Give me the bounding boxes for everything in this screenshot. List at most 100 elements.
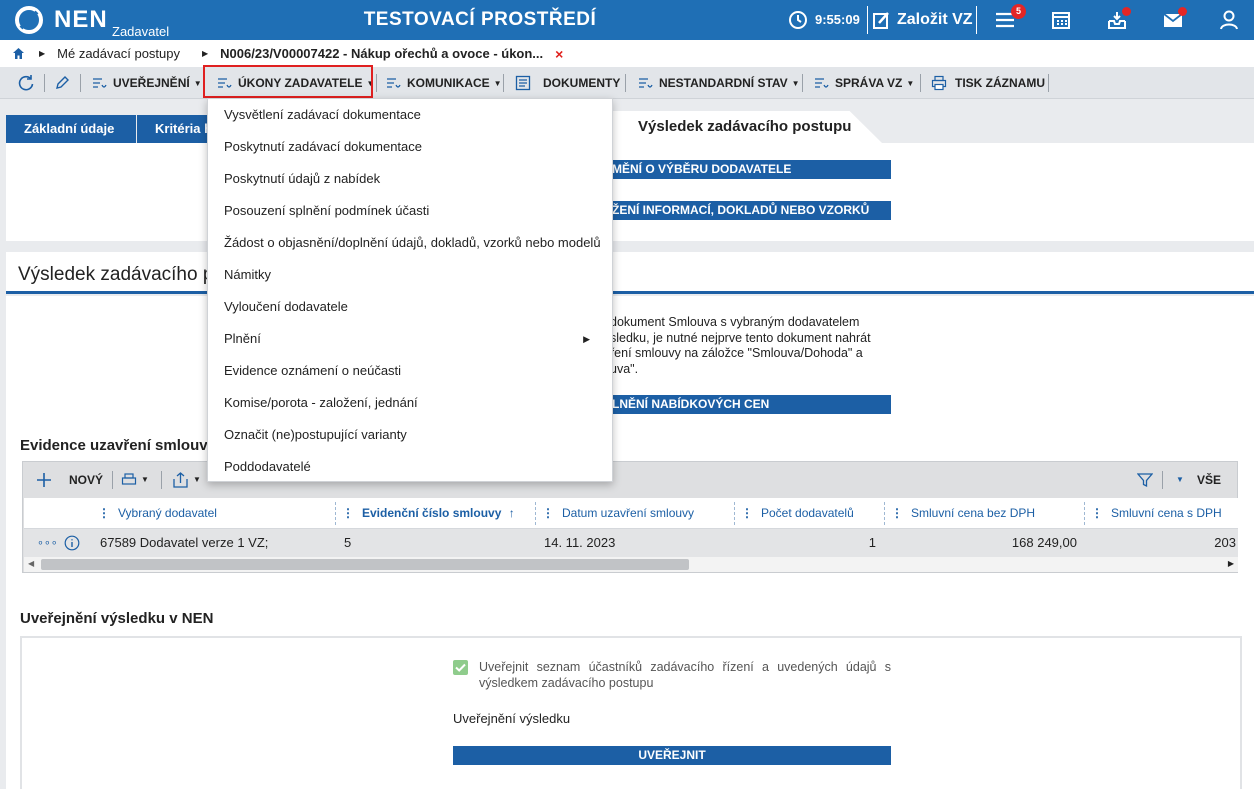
column-header-date[interactable]: ⋮ Datum uzavření smlouvy xyxy=(542,498,694,529)
divider xyxy=(625,74,626,92)
column-menu-icon[interactable]: ⋮ xyxy=(741,506,753,520)
caret-down-icon: ▼ xyxy=(906,78,915,88)
show-all-button[interactable]: VŠE xyxy=(1197,473,1221,487)
notice-supplier-selection-button[interactable]: MĚNÍ O VÝBĚRU DODAVATELE xyxy=(612,160,891,179)
tab-result[interactable]: Výsledek zadávacího postupu xyxy=(612,111,882,143)
horizontal-scrollbar[interactable]: ◀ ▶ xyxy=(24,557,1238,572)
environment-title: TESTOVACÍ PROSTŘEDÍ xyxy=(363,9,597,30)
export-icon[interactable] xyxy=(173,472,188,488)
contracts-grid: NOVÝ ▼ ▼ ▼ VŠE ⋮ Vybraný dodavatel ⋮ Evide… xyxy=(22,461,1238,573)
divider xyxy=(1162,471,1163,489)
divider xyxy=(161,471,162,489)
komunikace-menu[interactable]: KOMUNIKACE ▼ xyxy=(386,67,502,99)
menu-item-vysvetleni[interactable]: Vysvětlení zadávací dokumentace xyxy=(224,99,604,131)
new-record-button[interactable]: NOVÝ xyxy=(69,473,103,487)
tab-criteria[interactable]: Kritéria h xyxy=(137,115,209,143)
edit-button[interactable] xyxy=(54,67,70,99)
divider xyxy=(80,74,81,92)
menu-item-evidence-neucasti[interactable]: Evidence oznámení o neúčasti xyxy=(224,355,604,387)
column-header-contract-number[interactable]: ⋮ Evidenční číslo smlouvy ↑ xyxy=(342,498,515,529)
divider xyxy=(867,6,868,34)
column-divider[interactable] xyxy=(335,502,336,525)
info-icon[interactable] xyxy=(64,535,80,551)
request-documents-button[interactable]: ŽENÍ INFORMACÍ, DOKLADŮ NEBO VZORKŮ xyxy=(612,201,891,220)
menu-item-poskytnuti-zd[interactable]: Poskytnutí zadávací dokumentace xyxy=(224,131,604,163)
inbox-alert-dot xyxy=(1122,7,1131,16)
breadcrumb-item-current[interactable]: N006/23/V00007422 - Nákup ořechů a ovoce… xyxy=(220,46,543,61)
create-vz-button[interactable]: Založit VZ xyxy=(873,9,973,31)
tisk-zaznamu-button[interactable]: TISK ZÁZNAMU xyxy=(931,67,1045,99)
actions-panel xyxy=(6,143,1254,241)
brand-name: NEN xyxy=(54,6,108,33)
sprava-label: SPRÁVA VZ xyxy=(835,76,903,90)
refresh-button[interactable] xyxy=(17,67,35,99)
dokumenty-button[interactable]: DOKUMENTY xyxy=(515,67,620,99)
plus-icon[interactable] xyxy=(36,472,52,488)
column-menu-icon[interactable]: ⋮ xyxy=(342,506,354,520)
column-divider[interactable] xyxy=(535,502,536,525)
breadcrumb-item-my-procedures[interactable]: Mé zadávací postupy xyxy=(57,46,180,61)
menu-item-plneni[interactable]: Plnění ▶ xyxy=(224,323,604,355)
column-menu-icon[interactable]: ⋮ xyxy=(891,506,903,520)
column-header-price-no-vat[interactable]: ⋮ Smluvní cena bez DPH xyxy=(891,498,1035,529)
scrollbar-thumb[interactable] xyxy=(41,559,689,570)
sort-asc-icon: ↑ xyxy=(508,506,515,520)
column-menu-icon[interactable]: ⋮ xyxy=(542,506,554,520)
table-row[interactable]: ∘∘∘ 67589 Dodavatel verze 1 VZ; 5 14. 11… xyxy=(24,529,1238,557)
divider xyxy=(1048,74,1049,92)
section-heading: Výsledek zadávacího po xyxy=(6,252,1254,294)
filter-icon[interactable] xyxy=(1137,472,1153,488)
column-label: Vybraný dodavatel xyxy=(118,506,217,520)
info-line: sledku, je nutné nejprve tento dokument … xyxy=(610,330,871,345)
column-header-supplier-count[interactable]: ⋮ Počet dodavatelů xyxy=(741,498,854,529)
sprava-vz-menu[interactable]: SPRÁVA VZ ▼ xyxy=(814,67,914,99)
print-icon[interactable] xyxy=(121,473,137,488)
wave-list-icon xyxy=(815,78,829,88)
menu-item-vylouceni[interactable]: Vyloučení dodavatele xyxy=(224,291,604,323)
menu-item-varianty[interactable]: Označit (ne)postupující varianty xyxy=(224,419,604,451)
cell-supplier: 67589 Dodavatel verze 1 VZ; xyxy=(100,535,269,550)
column-header-price-vat[interactable]: ⋮ Smluvní cena s DPH xyxy=(1091,498,1222,529)
info-text: dokument Smlouva s vybraným dodavatelem … xyxy=(610,315,891,377)
nen-logo-icon xyxy=(15,6,43,34)
column-divider[interactable] xyxy=(884,502,885,525)
publish-button[interactable]: UVEŘEJNIT xyxy=(453,746,891,765)
menu-item-komise[interactable]: Komise/porota - založení, jednání xyxy=(224,387,604,419)
row-actions-icon[interactable]: ∘∘∘ xyxy=(37,529,58,557)
calendar-icon[interactable] xyxy=(1050,9,1072,31)
cell-contract-number: 5 xyxy=(344,535,352,550)
column-header-supplier[interactable]: ⋮ Vybraný dodavatel xyxy=(98,498,217,529)
clock-icon xyxy=(789,11,807,29)
close-icon[interactable]: × xyxy=(555,46,563,62)
caret-down-icon: ▼ xyxy=(791,78,800,88)
breadcrumb: ▶ Mé zadávací postupy ▶ N006/23/V0000742… xyxy=(0,40,1254,67)
tisk-label: TISK ZÁZNAMU xyxy=(955,76,1045,90)
menu-item-poskytnuti-udaju[interactable]: Poskytnutí údajů z nabídek xyxy=(224,163,604,195)
nestandardni-label: NESTANDARDNÍ STAV xyxy=(659,76,788,90)
scroll-right-icon[interactable]: ▶ xyxy=(1228,559,1234,568)
user-icon[interactable] xyxy=(1218,9,1240,31)
caret-down-icon[interactable]: ▼ xyxy=(1176,475,1184,484)
bid-price-button[interactable]: LNĚNÍ NABÍDKOVÝCH CEN xyxy=(612,395,891,414)
brand-subtitle: Zadavatel xyxy=(112,24,170,39)
column-menu-icon[interactable]: ⋮ xyxy=(98,506,110,520)
column-divider[interactable] xyxy=(1084,502,1085,525)
divider xyxy=(44,74,45,92)
menu-item-poddodavatele[interactable]: Poddodavatelé xyxy=(224,451,604,483)
column-divider[interactable] xyxy=(734,502,735,525)
caret-down-icon[interactable]: ▼ xyxy=(141,475,149,484)
dokumenty-label: DOKUMENTY xyxy=(543,76,621,90)
home-icon[interactable] xyxy=(12,47,25,60)
publish-participants-checkbox[interactable] xyxy=(453,660,468,675)
menu-item-posouzeni[interactable]: Posouzení splnění podmínek účasti xyxy=(224,195,604,227)
uverejneni-menu[interactable]: UVEŘEJNĚNÍ ▼ xyxy=(92,67,202,99)
scroll-left-icon[interactable]: ◀ xyxy=(28,559,34,568)
column-menu-icon[interactable]: ⋮ xyxy=(1091,506,1103,520)
menu-item-zadost-objasneni[interactable]: Žádost o objasnění/doplnění údajů, dokla… xyxy=(224,227,604,259)
menu-item-namitky[interactable]: Námitky xyxy=(224,259,604,291)
column-label: Smluvní cena s DPH xyxy=(1111,506,1222,520)
nestandardni-stav-menu[interactable]: NESTANDARDNÍ STAV ▼ xyxy=(638,67,800,99)
tab-basic-info[interactable]: Základní údaje xyxy=(6,115,136,143)
menu-item-plneni-label: Plnění xyxy=(224,331,261,346)
caret-down-icon[interactable]: ▼ xyxy=(193,475,201,484)
